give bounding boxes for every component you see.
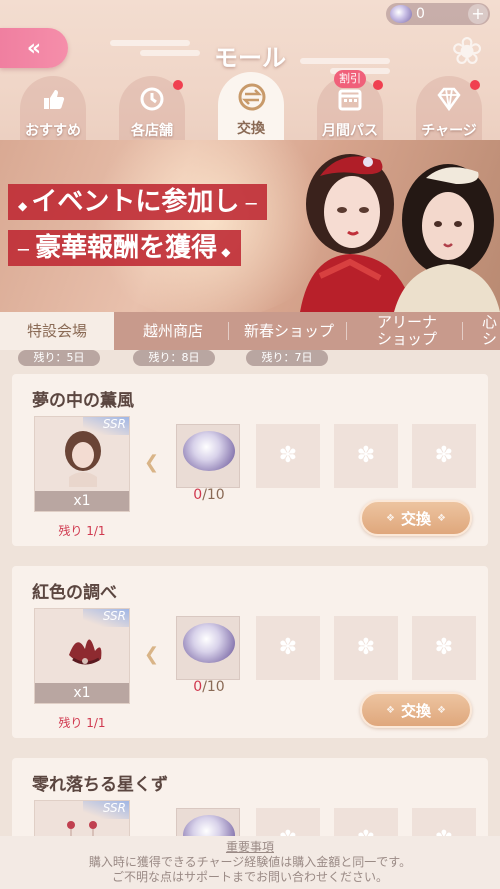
cost-slot[interactable]: 0/10 (176, 616, 240, 695)
reward-item[interactable]: SSR x1 (34, 800, 130, 836)
remaining-count: 残り 1/1 (58, 524, 106, 538)
chevron-left-icon: ❮ (144, 452, 160, 473)
mall-header: « モール 0 + ❀ おすすめ 各店舗 交換 月間パス チャージ 割引 (0, 0, 500, 140)
tab-exchange[interactable]: 交換 (218, 72, 284, 140)
notice-line: 購入時に獲得できるチャージ経験値は購入金額と同一です。 (88, 855, 412, 869)
add-currency-button[interactable]: + (468, 4, 488, 24)
empty-slot: ✽ (412, 616, 476, 680)
currency-amount: 0 (416, 6, 425, 22)
exchange-item-card: 夢の中の薫風 SSR x1 残り 1/1 ❮ 0/10 ✽ ✽ ✽ ❖ 交換 ❖ (12, 374, 488, 546)
token-coin-icon (183, 623, 235, 663)
banner-line-2: ─ 豪華報酬を獲得 ◆ (8, 230, 241, 266)
page-title: モール (214, 44, 286, 72)
remaining-days-badge: 残り：8日 (133, 350, 215, 366)
notification-dot (173, 80, 183, 90)
notice-line: ご不明な点はサポートまでお問い合わせください。 (111, 870, 388, 884)
important-notice: 重要事項 購入時に獲得できるチャージ経験値は購入金額と同一です。 ご不明な点はサ… (0, 836, 500, 889)
exchange-item-list[interactable]: 夢の中の薫風 SSR x1 残り 1/1 ❮ 0/10 ✽ ✽ ✽ ❖ 交換 ❖ 紅… (0, 366, 500, 836)
cost-progress: 0/10 (193, 679, 225, 695)
shop-tab-special-venue[interactable]: 特設会場 (0, 312, 114, 350)
notice-heading: 重要事項 (225, 840, 274, 854)
shop-tab-yuezhou-store[interactable]: 越州商店 (116, 312, 230, 350)
item-title: 紅色の調べ (32, 583, 117, 603)
snowflake-icon: ✽ (278, 635, 298, 660)
snowflake-icon: ✽ (357, 827, 375, 836)
reward-item[interactable]: SSR x1 (34, 608, 130, 704)
diamond-icon (435, 86, 463, 114)
ssr-badge: SSR (83, 801, 129, 819)
empty-slot: ✽ (412, 424, 476, 488)
exchange-icon (237, 82, 266, 111)
ornament-icon: ❖ (437, 512, 446, 524)
tab-recommended[interactable]: おすすめ (20, 76, 86, 140)
cost-progress: 0/10 (193, 487, 225, 503)
shop-tabs: 特設会場 越州商店 新春ショップ アリーナ ショップ 心 シ (0, 312, 500, 350)
item-title: 夢の中の薫風 (32, 391, 134, 411)
calendar-icon (336, 86, 364, 114)
empty-slot: ✽ (256, 616, 320, 680)
tab-stores[interactable]: 各店舗 (119, 76, 185, 140)
empty-slot: ✽ (256, 808, 320, 836)
flower-ornament-icon: ❀ (451, 29, 483, 73)
discount-badge: 割引 (334, 70, 366, 88)
exchange-item-card: 紅色の調べ SSR x1 残り 1/1 ❮ 0/10 ✽ ✽ ✽ ❖ 交換 ❖ (12, 566, 488, 738)
empty-slot: ✽ (334, 616, 398, 680)
item-quantity: x1 (35, 491, 129, 511)
thumbs-up-icon (39, 86, 67, 114)
empty-slot: ✽ (334, 424, 398, 488)
ssr-badge: SSR (83, 609, 129, 627)
remaining-count: 残り 1/1 (58, 716, 106, 730)
main-tabs: おすすめ 各店舗 交換 月間パス チャージ 割引 (0, 70, 500, 140)
ornament-icon: ❖ (386, 512, 395, 524)
snowflake-icon: ✽ (356, 443, 376, 468)
notification-dot (470, 80, 480, 90)
tab-label: 各店舗 (131, 123, 173, 139)
token-coin-icon (183, 431, 235, 471)
item-quantity: x1 (35, 683, 129, 703)
coin-icon (390, 5, 412, 23)
empty-slot: ✽ (334, 808, 398, 836)
hair-ornament-image (69, 639, 102, 665)
chevron-left-icon: ❮ (144, 644, 160, 665)
snowflake-icon: ✽ (279, 827, 297, 836)
currency-display: 0 + (386, 3, 490, 25)
token-coin-icon (183, 815, 235, 836)
ssr-badge: SSR (83, 417, 129, 435)
tab-label: チャージ (421, 123, 477, 139)
banner-line-1: ◆ イベントに参加し ─ (8, 184, 267, 220)
shop-tab-arena-shop[interactable]: アリーナ ショップ (350, 312, 464, 350)
tab-label: 月間パス (322, 123, 378, 139)
cost-slot[interactable] (176, 808, 240, 836)
item-title: 零れ落ちる星くず (32, 775, 168, 795)
snowflake-icon: ✽ (434, 443, 454, 468)
snowflake-icon: ✽ (435, 827, 453, 836)
cost-slot[interactable]: 0/10 (176, 424, 240, 503)
reward-item[interactable]: SSR x1 (34, 416, 130, 512)
snowflake-icon: ✽ (434, 635, 454, 660)
shop-tab-partial[interactable]: 心 シ (466, 312, 500, 350)
event-banner[interactable]: ◆ イベントに参加し ─ ─ 豪華報酬を獲得 ◆ (0, 140, 500, 312)
snowflake-icon: ✽ (356, 635, 376, 660)
empty-slot: ✽ (256, 424, 320, 488)
exchange-button[interactable]: ❖ 交換 ❖ (360, 692, 472, 728)
tab-label: おすすめ (25, 123, 81, 139)
empty-slot: ✽ (412, 808, 476, 836)
character-white-dress-image (394, 164, 500, 312)
clock-icon (138, 86, 166, 114)
snowflake-icon: ✽ (278, 443, 298, 468)
remaining-days-badge: 残り：5日 (18, 350, 100, 366)
notification-dot (373, 80, 383, 90)
remaining-days-badge: 残り：7日 (246, 350, 328, 366)
shop-tab-new-year-shop[interactable]: 新春ショップ (232, 312, 346, 350)
tab-charge[interactable]: チャージ (416, 76, 482, 140)
ornament-icon: ❖ (386, 704, 395, 716)
ornament-icon: ❖ (437, 704, 446, 716)
exchange-item-card: 零れ落ちる星くず SSR x1 ❮ ✽ ✽ ✽ (12, 758, 488, 836)
exchange-button[interactable]: ❖ 交換 ❖ (360, 500, 472, 536)
hairstyle-image (65, 431, 101, 487)
tab-label: 交換 (237, 121, 265, 137)
